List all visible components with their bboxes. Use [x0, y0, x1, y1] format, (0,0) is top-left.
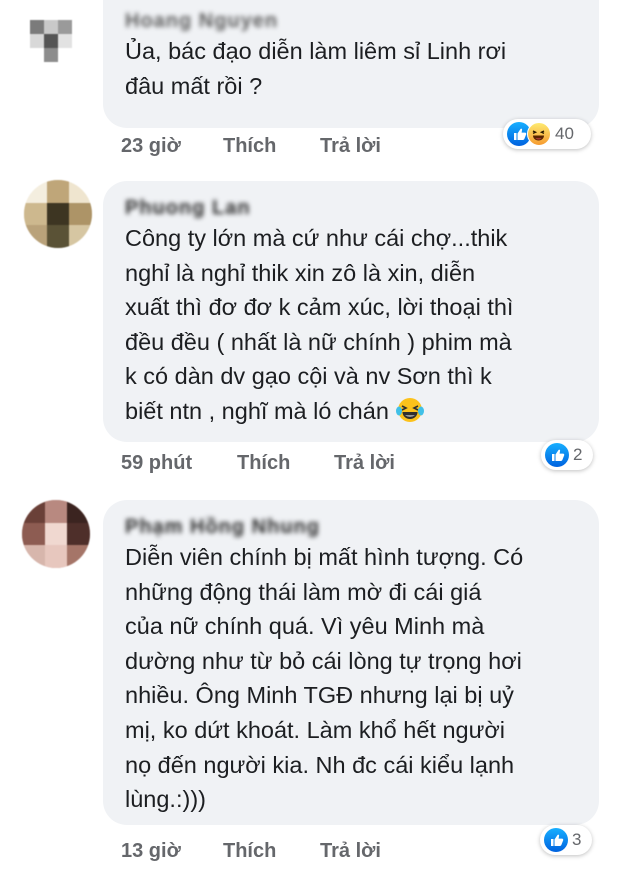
- comment-text: Diễn viên chính bị mất hình tượng. Có nh…: [125, 544, 524, 813]
- comment-actions: 59 phút Thích Trả lời: [121, 452, 521, 478]
- comment-2: Phuong Lan Công ty lớn mà cứ như cái chợ…: [0, 176, 620, 494]
- like-button[interactable]: Thích: [237, 452, 290, 475]
- comment-author[interactable]: Phuong Lan: [125, 195, 581, 221]
- blurred-avatar-image: [24, 180, 92, 248]
- blurred-avatar-image: [22, 500, 90, 568]
- laughing-tears-emoji-icon: [395, 396, 425, 434]
- avatar[interactable]: [24, 180, 92, 248]
- comment-text-body: Công ty lớn mà cứ như cái chợ...thik ngh…: [125, 225, 514, 424]
- haha-icon: [527, 122, 551, 146]
- like-button[interactable]: Thích: [223, 135, 276, 158]
- like-icon: [545, 443, 569, 467]
- reaction-summary[interactable]: 2: [541, 440, 593, 470]
- comment-author[interactable]: Hoang Nguyen: [125, 8, 581, 34]
- comment-bubble: Hoang Nguyen Ủa, bác đạo diễn làm liêm s…: [103, 0, 599, 128]
- reaction-count: 40: [555, 124, 574, 143]
- comment-time[interactable]: 13 giờ: [121, 840, 181, 863]
- reply-button[interactable]: Trả lời: [334, 452, 395, 475]
- comment-bubble: Phuong Lan Công ty lớn mà cứ như cái chợ…: [103, 181, 599, 442]
- reaction-count: 3: [572, 830, 582, 849]
- avatar[interactable]: [22, 6, 80, 64]
- reply-button[interactable]: Trả lời: [320, 135, 381, 158]
- comment-actions: 13 giờ Thích Trả lời: [121, 840, 521, 866]
- reaction-summary[interactable]: 40: [503, 119, 591, 149]
- reaction-summary[interactable]: 3: [540, 825, 592, 855]
- comment-text: Công ty lớn mà cứ như cái chợ...thik ngh…: [125, 221, 581, 434]
- like-button[interactable]: Thích: [223, 840, 276, 863]
- avatar[interactable]: [22, 500, 90, 568]
- comment-author[interactable]: Phạm Hồng Nhung: [125, 514, 581, 540]
- comment-actions: 23 giờ Thích Trả lời: [121, 135, 521, 161]
- comment-time[interactable]: 59 phút: [121, 452, 192, 475]
- comment-text: Ủa, bác đạo diễn làm liêm sỉ Linh rơi đâ…: [125, 38, 507, 99]
- reaction-count: 2: [573, 445, 583, 464]
- comment-1: Hoang Nguyen Ủa, bác đạo diễn làm liêm s…: [0, 0, 620, 176]
- comment-bubble: Phạm Hồng Nhung Diễn viên chính bị mất h…: [103, 500, 599, 825]
- blurred-avatar-image: [22, 6, 80, 64]
- like-icon: [544, 828, 568, 852]
- reply-button[interactable]: Trả lời: [320, 840, 381, 863]
- comment-3: Phạm Hồng Nhung Diễn viên chính bị mất h…: [0, 494, 620, 874]
- comment-time[interactable]: 23 giờ: [121, 135, 181, 158]
